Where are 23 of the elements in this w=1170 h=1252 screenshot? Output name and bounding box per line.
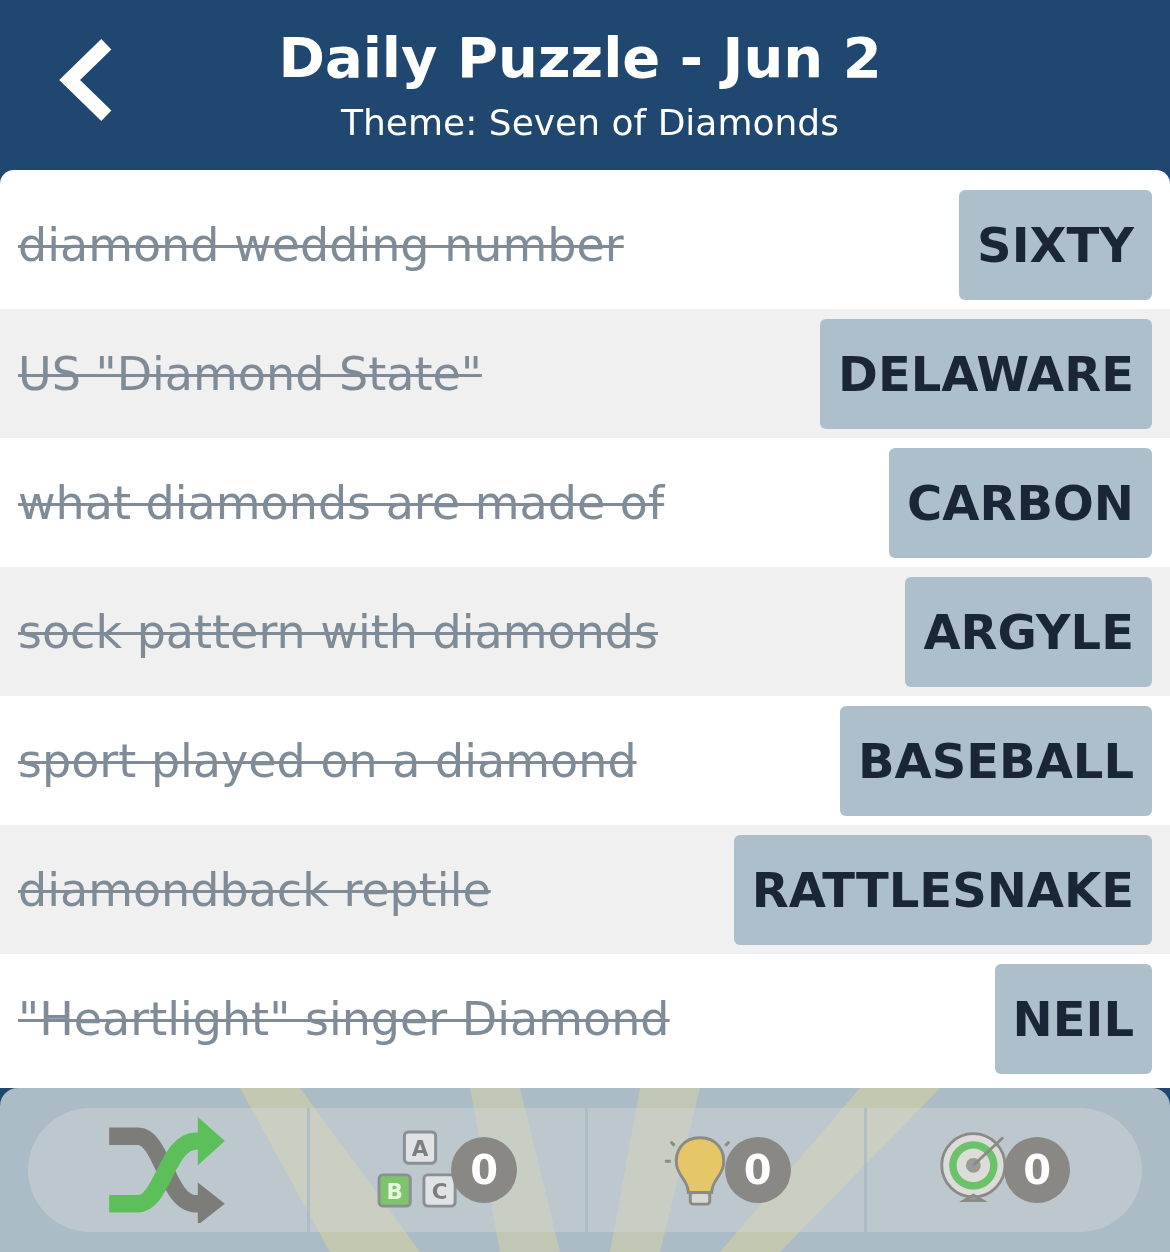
toolbar-button[interactable]: 0: [585, 1108, 864, 1232]
answer-tile[interactable]: SIXTY: [959, 189, 1152, 300]
count-badge: 0: [1004, 1137, 1071, 1203]
answer-tile[interactable]: ARGYLE: [905, 576, 1152, 687]
theme-subtitle: Theme: Seven of Diamonds: [341, 102, 839, 144]
answer-tile[interactable]: CARBON: [889, 447, 1152, 558]
clue-text: what diamonds are made of: [18, 475, 665, 530]
answer-tile[interactable]: RATTLESNAKE: [733, 834, 1152, 945]
toolbar-button[interactable]: A B C 0: [306, 1108, 585, 1232]
count-badge: 0: [451, 1137, 518, 1203]
clue-text: diamond wedding number: [18, 217, 624, 272]
count-badge: 0: [724, 1137, 791, 1203]
clue-text: "Heartlight" singer Diamond: [18, 991, 670, 1046]
clue-text: US "Diamond State": [18, 346, 482, 401]
clue-text: sock pattern with diamonds: [18, 604, 658, 659]
answer-tile[interactable]: NEIL: [994, 963, 1152, 1074]
clue-text: sport played on a diamond: [18, 733, 637, 788]
answer-tile[interactable]: BASEBALL: [840, 705, 1152, 816]
toolbar-button[interactable]: 0: [863, 1108, 1142, 1232]
answer-tile[interactable]: DELAWARE: [820, 318, 1152, 429]
clue-text: diamondback reptile: [18, 862, 491, 917]
shuffle-icon: [107, 1117, 228, 1223]
puzzle-title: Daily Puzzle - Jun 2: [278, 26, 882, 89]
